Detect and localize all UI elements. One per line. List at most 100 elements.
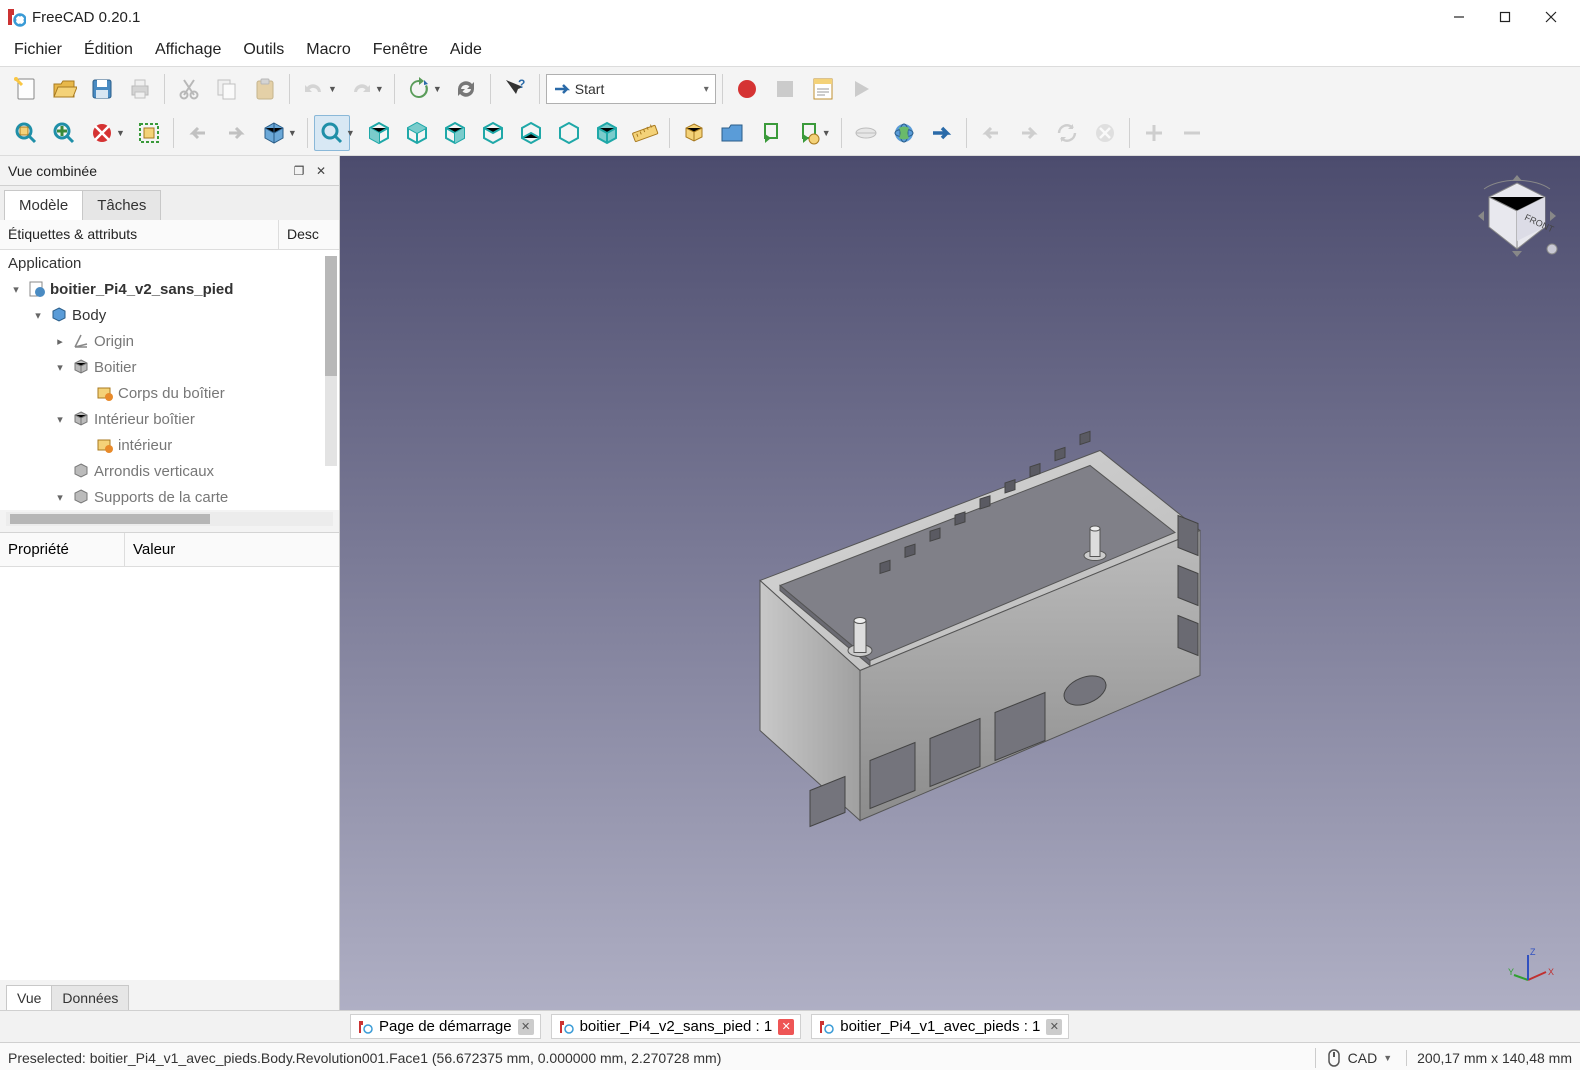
3d-model <box>680 321 1240 846</box>
close-button[interactable] <box>1528 2 1574 32</box>
doctab-start-close[interactable]: ✕ <box>518 1019 534 1035</box>
tab-model[interactable]: Modèle <box>4 190 83 220</box>
tree-scrollbar-thumb[interactable] <box>325 256 337 376</box>
texture-mapping-button[interactable] <box>886 115 922 151</box>
view-iso-cube-button[interactable] <box>589 115 625 151</box>
draw-style-dropdown[interactable]: ▼ <box>116 128 125 138</box>
sel-refresh-button[interactable] <box>1049 115 1085 151</box>
minimize-button[interactable] <box>1436 2 1482 32</box>
tree-h-scrollbar[interactable] <box>6 512 333 526</box>
whats-this-button[interactable]: ? <box>497 71 533 107</box>
view-left-button[interactable] <box>551 115 587 151</box>
cut-button[interactable] <box>171 71 207 107</box>
navigation-cube[interactable]: FRONT <box>1472 171 1562 261</box>
draw-style-button[interactable] <box>84 115 120 151</box>
workbench-selector[interactable]: Start ▾ <box>546 74 716 104</box>
tab-tasks[interactable]: Tâches <box>82 190 161 220</box>
recompute-button[interactable] <box>448 71 484 107</box>
tab-data[interactable]: Données <box>51 985 129 1010</box>
doctab-doc2-close[interactable]: ✕ <box>1046 1019 1062 1035</box>
tree-origin[interactable]: ▸Origin <box>0 328 339 354</box>
status-message: Preselected: boitier_Pi4_v1_avec_pieds.B… <box>8 1050 721 1066</box>
menu-edit[interactable]: Édition <box>84 41 133 59</box>
menu-tools[interactable]: Outils <box>243 41 284 59</box>
sel-back-button[interactable] <box>973 115 1009 151</box>
create-part-button[interactable] <box>676 115 712 151</box>
macro-list-button[interactable] <box>805 71 841 107</box>
tree-group-interieur[interactable]: ▾Intérieur boîtier <box>0 406 339 432</box>
zoom-minus-button[interactable] <box>1174 115 1210 151</box>
view-bottom-button[interactable] <box>513 115 549 151</box>
create-group-button[interactable] <box>714 115 750 151</box>
tree-header: Étiquettes & attributs Desc <box>0 220 339 250</box>
nav-style-selector[interactable]: CAD ▼ <box>1315 1048 1392 1068</box>
new-file-button[interactable] <box>8 71 44 107</box>
print-button[interactable] <box>122 71 158 107</box>
nav-forward-button[interactable] <box>218 115 254 151</box>
tree-body[interactable]: ▾Body <box>0 302 339 328</box>
copy-button[interactable] <box>209 71 245 107</box>
3d-viewport[interactable]: FRONT X Y Z <box>340 156 1580 1010</box>
nav-style-label: CAD <box>1348 1050 1378 1066</box>
tree-corps[interactable]: Corps du boîtier <box>0 380 339 406</box>
measure-button[interactable] <box>627 115 663 151</box>
document-tabs: Page de démarrage ✕ boitier_Pi4_v2_sans_… <box>0 1010 1580 1042</box>
tree-document[interactable]: ▾boitier_Pi4_v2_sans_pied <box>0 276 339 302</box>
zoom-dropdown[interactable]: ▼ <box>346 128 355 138</box>
tree-group-boitier[interactable]: ▾Boitier <box>0 354 339 380</box>
menu-help[interactable]: Aide <box>450 41 482 59</box>
menu-bar: Fichier Édition Affichage Outils Macro F… <box>0 34 1580 66</box>
isometric-button[interactable] <box>256 115 292 151</box>
chevron-down-icon: ▾ <box>704 84 709 95</box>
menu-window[interactable]: Fenêtre <box>373 41 428 59</box>
save-button[interactable] <box>84 71 120 107</box>
doctab-doc1-close[interactable]: ✕ <box>778 1019 794 1035</box>
zoom-in-button[interactable] <box>314 115 350 151</box>
view-front-button[interactable] <box>361 115 397 151</box>
panel-close-button[interactable]: ✕ <box>311 161 331 181</box>
sel-forward-button[interactable] <box>1011 115 1047 151</box>
status-dimensions: 200,17 mm x 140,48 mm <box>1406 1050 1572 1066</box>
view-top-button[interactable] <box>399 115 435 151</box>
model-tree[interactable]: Application ▾boitier_Pi4_v2_sans_pied ▾B… <box>0 250 339 510</box>
property-panel: Propriété Valeur <box>0 532 339 980</box>
fit-selection-button[interactable] <box>46 115 82 151</box>
menu-file[interactable]: Fichier <box>14 41 62 59</box>
menu-macro[interactable]: Macro <box>306 41 350 59</box>
redo-button[interactable] <box>343 71 379 107</box>
isometric-dropdown[interactable]: ▼ <box>288 128 297 138</box>
refresh-dropdown[interactable]: ▼ <box>433 84 442 94</box>
toolbar-area: ▼ ▼ ▼ ? Start ▾ ▼ ▼ ▼ <box>0 66 1580 156</box>
link-make-button[interactable] <box>752 115 788 151</box>
doctab-doc1[interactable]: boitier_Pi4_v2_sans_pied : 1 ✕ <box>551 1014 802 1039</box>
doctab-start[interactable]: Page de démarrage ✕ <box>350 1014 541 1039</box>
tree-interieur[interactable]: intérieur <box>0 432 339 458</box>
tree-supports[interactable]: ▾Supports de la carte <box>0 484 339 510</box>
svg-text:Z: Z <box>1530 947 1536 957</box>
clip-plane-button[interactable] <box>848 115 884 151</box>
paste-button[interactable] <box>247 71 283 107</box>
macro-record-button[interactable] <box>729 71 765 107</box>
tree-application[interactable]: Application <box>0 250 339 276</box>
tree-arrondis[interactable]: Arrondis verticaux <box>0 458 339 484</box>
doctab-doc2[interactable]: boitier_Pi4_v1_avec_pieds : 1 ✕ <box>811 1014 1069 1039</box>
undo-button[interactable] <box>296 71 332 107</box>
link-actions-dropdown[interactable]: ▼ <box>822 128 831 138</box>
macro-stop-button[interactable] <box>767 71 803 107</box>
nav-back-button[interactable] <box>180 115 216 151</box>
bounding-box-button[interactable] <box>131 115 167 151</box>
maximize-button[interactable] <box>1482 2 1528 32</box>
link-actions-button[interactable] <box>790 115 826 151</box>
view-rear-button[interactable] <box>475 115 511 151</box>
fit-all-button[interactable] <box>8 115 44 151</box>
refresh-button[interactable] <box>401 71 437 107</box>
goto-linked-button[interactable] <box>924 115 960 151</box>
panel-float-button[interactable]: ❐ <box>289 161 309 181</box>
open-file-button[interactable] <box>46 71 82 107</box>
sel-clear-button[interactable] <box>1087 115 1123 151</box>
menu-view[interactable]: Affichage <box>155 41 221 59</box>
tab-view[interactable]: Vue <box>6 985 52 1010</box>
view-right-button[interactable] <box>437 115 473 151</box>
zoom-plus-button[interactable] <box>1136 115 1172 151</box>
macro-play-button[interactable] <box>843 71 879 107</box>
